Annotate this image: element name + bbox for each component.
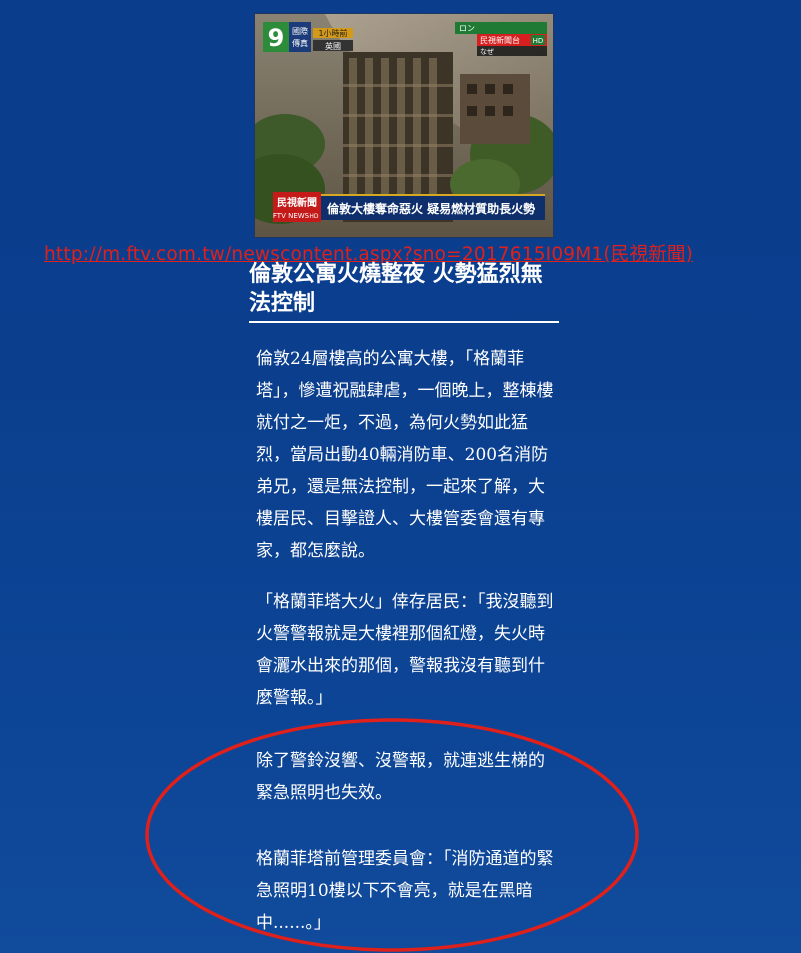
- ticker-brand: 民視新聞: [277, 196, 317, 209]
- article-paragraph-3: 除了警鈴沒響、沒警報，就連逃生梯的緊急照明也失效。: [256, 751, 545, 803]
- ticker-brand-sub: FTV NEWS: [273, 212, 310, 220]
- top-right-hd: HD: [533, 37, 544, 45]
- article-paragraph-4: 格蘭菲塔前管理委員會：「消防通道的緊急照明10樓以下不會亮，就是在黑暗中....…: [256, 849, 554, 933]
- article-headline: 倫敦公寓火燒整夜 火勢猛烈無法控制: [249, 261, 543, 316]
- channel-logo: 9: [268, 24, 285, 52]
- location-badge: 英國: [325, 41, 341, 51]
- article-paragraph-2: 「格蘭菲塔大火」倖存居民：「我沒聽到火警警報就是大樓裡那個紅燈，失火時會灑水出來…: [256, 592, 554, 708]
- ticker-hd: HD: [309, 213, 319, 220]
- news-video-still: 9 國際 傳真 1小時前 英國 ロン 民視新聞台 HD なぜ 民視新聞 FTV …: [254, 13, 554, 238]
- top-right-brand: 民視新聞台: [480, 35, 520, 45]
- top-right-caption-1: ロン: [459, 24, 475, 33]
- ticker-headline: 倫敦大樓奪命惡火 疑易燃材質助長火勢: [327, 201, 535, 216]
- top-right-caption-2: なぜ: [480, 48, 494, 56]
- headline-divider: [249, 321, 559, 323]
- svg-text:傳真: 傳真: [292, 38, 308, 48]
- time-badge: 1小時前: [318, 28, 347, 38]
- article-paragraph-1: 倫敦24層樓高的公寓大樓，「格蘭菲塔」，慘遭祝融肆虐，一個晚上，整棟樓就付之一炬…: [256, 349, 554, 561]
- svg-text:國際: 國際: [292, 26, 308, 36]
